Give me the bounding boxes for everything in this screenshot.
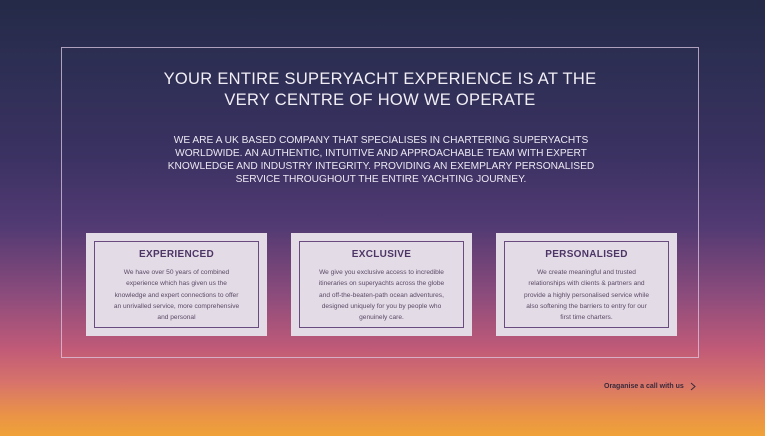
feature-card-experienced: EXPERIENCED We have over 50 years of com…	[86, 233, 267, 336]
card-border: EXCLUSIVE We give you exclusive access t…	[299, 241, 464, 328]
feature-card-personalised: PERSONALISED We create meaningful and tr…	[496, 233, 677, 336]
card-body-line: genuinely care.	[359, 314, 404, 322]
card-border: EXPERIENCED We have over 50 years of com…	[94, 241, 259, 328]
headline-line: YOUR ENTIRE SUPERYACHT EXPERIENCE IS AT …	[163, 70, 597, 88]
card-body-line: We have over 50 years of combined	[123, 269, 230, 276]
card-body-line: and off-the-beaten-path ocean adventures…	[319, 291, 444, 299]
content-frame: YOUR ENTIRE SUPERYACHT EXPERIENCE IS AT …	[61, 47, 699, 358]
card-border: PERSONALISED We create meaningful and tr…	[504, 241, 669, 328]
card-body-line: We create meaningful and trusted	[537, 269, 636, 276]
card-body-line: an unrivalled service, more comprehensiv…	[113, 302, 240, 310]
intro-line: KNOWLEDGE AND INDUSTRY INTEGRITY. PROVID…	[167, 161, 595, 172]
intro-line: WE ARE A UK BASED COMPANY THAT SPECIALIS…	[173, 135, 589, 146]
chevron-right-icon	[690, 382, 696, 391]
card-body-line: experience which has given us the	[126, 280, 227, 288]
card-body-line: also softening the barriers to entry for…	[526, 302, 647, 310]
organise-call-link[interactable]: Oraganise a call with us	[604, 382, 696, 391]
card-body-line: first time charters.	[560, 314, 613, 322]
card-body-line: relationships with clients & partners an…	[528, 280, 645, 288]
card-body-line: and personal	[157, 314, 196, 322]
card-body: We create meaningful and trusted relatio…	[511, 267, 662, 323]
intro-paragraph: WE ARE A UK BASED COMPANY THAT SPECIALIS…	[150, 134, 612, 186]
card-body-line: knowledge and expert connections to offe…	[114, 291, 239, 299]
page-headline: YOUR ENTIRE SUPERYACHT EXPERIENCE IS AT …	[62, 69, 698, 111]
intro-line: WORLDWIDE. AN AUTHENTIC, INTUITIVE AND A…	[175, 148, 587, 159]
card-body: We give you exclusive access to incredib…	[306, 267, 457, 323]
card-title: EXPERIENCED	[139, 249, 214, 260]
card-body-line: We give you exclusive access to incredib…	[319, 269, 444, 276]
card-title: PERSONALISED	[545, 249, 628, 260]
card-body-line: itineraries on superyachts across the gl…	[318, 280, 445, 288]
card-body-line: designed uniquely for you by people who	[321, 302, 442, 310]
card-title: EXCLUSIVE	[351, 249, 412, 260]
card-body-line: provide a highly personalised service wh…	[524, 291, 649, 299]
headline-line: VERY CENTRE OF HOW WE OPERATE	[224, 91, 536, 109]
organise-call-label: Oraganise a call with us	[604, 383, 684, 390]
intro-line: SERVICE THROUGHOUT THE ENTIRE YACHTING J…	[235, 174, 527, 185]
feature-card-exclusive: EXCLUSIVE We give you exclusive access t…	[291, 233, 472, 336]
card-body: We have over 50 years of combined experi…	[101, 267, 252, 323]
